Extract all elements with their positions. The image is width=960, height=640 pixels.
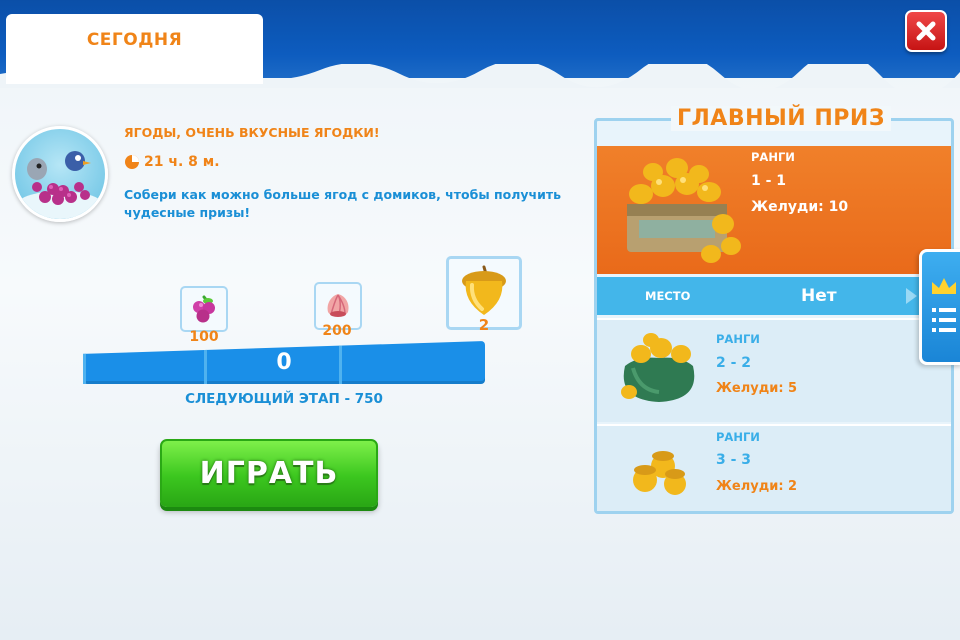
- close-button[interactable]: [905, 10, 947, 52]
- arrow-right-icon: [906, 288, 917, 304]
- progress-start-marker: [83, 341, 86, 384]
- event-timer: 21 ч. 8 м.: [124, 154, 220, 170]
- acorn-chest-icon: [627, 158, 741, 263]
- tier-3-ranks: 3 - 3: [716, 452, 752, 468]
- grand-prize-title: ГЛАВНЫЙ ПРИЗ: [671, 106, 891, 131]
- milestone-1-value: 100: [189, 329, 219, 345]
- progress-bar: 0: [83, 341, 485, 384]
- tier-3-ranks-label: РАНГИ: [716, 430, 760, 444]
- place-value: Нет: [801, 286, 837, 306]
- event-avatar: [12, 126, 108, 222]
- tier-2-ranks: 2 - 2: [716, 355, 752, 371]
- progress-score: 0: [276, 350, 292, 375]
- prize-tier-3: РАНГИ 3 - 3 Желуди: 2: [597, 424, 951, 511]
- timer-text: 21 ч. 8 м.: [144, 154, 220, 170]
- clock-icon: [125, 155, 139, 169]
- shell-icon: [327, 294, 349, 317]
- tier-2-ranks-label: РАНГИ: [716, 332, 760, 346]
- grand-prize-block: РАНГИ 1 - 1 Желуди: 10: [597, 146, 951, 274]
- event-title: ЯГОДЫ, ОЧЕНЬ ВКУСНЫЕ ЯГОДКИ!: [124, 125, 380, 140]
- leaderboard-side-tab[interactable]: [919, 249, 960, 365]
- tab-today-label: СЕГОДНЯ: [86, 30, 183, 50]
- place-row[interactable]: МЕСТО Нет: [597, 277, 951, 315]
- progress-tick-1: [204, 341, 207, 384]
- milestone-3-value: 2: [478, 316, 490, 334]
- close-icon: [916, 21, 936, 41]
- prize-tier-2: РАНГИ 2 - 2 Желуди: 5: [597, 318, 951, 422]
- grand-acorns: Желуди: 10: [751, 199, 849, 215]
- tier-3-acorns: Желуди: 2: [716, 479, 798, 494]
- acorns-icon: [633, 451, 686, 495]
- crown-list-icon: [932, 278, 956, 332]
- progress-tick-2: [339, 341, 342, 384]
- milestone-1[interactable]: [180, 286, 228, 332]
- grand-ranks: 1 - 1: [751, 173, 787, 189]
- acorn-sack-icon: [621, 333, 695, 402]
- play-button[interactable]: ИГРАТЬ: [160, 439, 378, 507]
- milestone-2-value: 200: [322, 323, 352, 339]
- tab-today[interactable]: СЕГОДНЯ: [6, 14, 263, 84]
- berries-bird-icon: [15, 151, 105, 219]
- tier-2-acorns: Желуди: 5: [716, 381, 798, 396]
- grand-ranks-label: РАНГИ: [751, 150, 795, 164]
- event-description: Собери как можно больше ягод с домиков, …: [124, 187, 561, 220]
- acorn-icon: [462, 265, 506, 315]
- place-label: МЕСТО: [645, 289, 691, 303]
- berry-icon: [193, 295, 215, 323]
- next-stage-label: СЛЕДУЮЩИЙ ЭТАП - 750: [185, 391, 383, 407]
